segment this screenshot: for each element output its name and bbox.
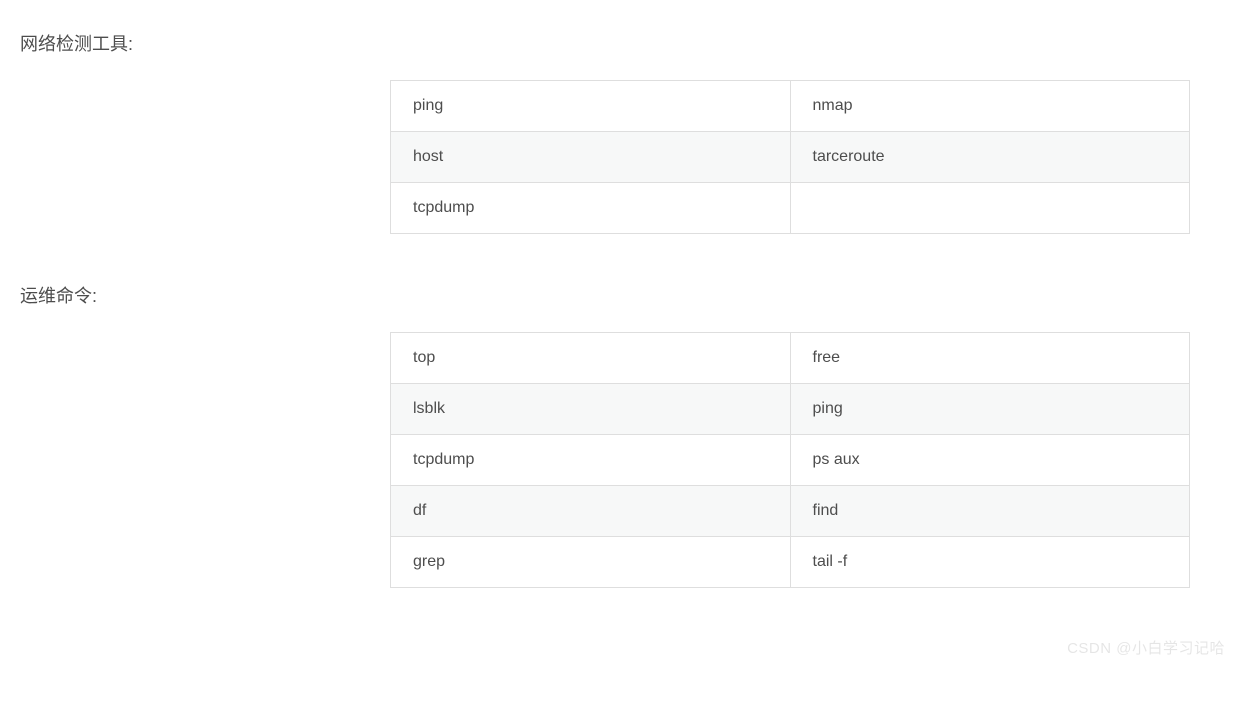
section-title: 运维命令: xyxy=(20,282,1217,308)
cell: tcpdump xyxy=(391,435,791,486)
cell: tcpdump xyxy=(391,183,791,234)
network-tools-table: ping nmap host tarceroute tcpdump xyxy=(390,80,1190,234)
watermark: CSDN @小白学习记哈 xyxy=(1067,637,1225,658)
cell: grep xyxy=(391,537,791,588)
cell: tail -f xyxy=(790,537,1190,588)
table-row: host tarceroute xyxy=(391,132,1190,183)
cell: free xyxy=(790,333,1190,384)
section-title: 网络检测工具: xyxy=(20,30,1217,56)
table-container: ping nmap host tarceroute tcpdump xyxy=(390,80,1190,234)
cell: ping xyxy=(391,81,791,132)
ops-commands-table: top free lsblk ping tcpdump ps aux df fi… xyxy=(390,332,1190,588)
table-row: lsblk ping xyxy=(391,384,1190,435)
table-row: grep tail -f xyxy=(391,537,1190,588)
cell: ping xyxy=(790,384,1190,435)
table-row: tcpdump ps aux xyxy=(391,435,1190,486)
cell: df xyxy=(391,486,791,537)
table-container: top free lsblk ping tcpdump ps aux df fi… xyxy=(390,332,1190,588)
table-row: tcpdump xyxy=(391,183,1190,234)
cell: host xyxy=(391,132,791,183)
cell: ps aux xyxy=(790,435,1190,486)
section-network-tools: 网络检测工具: ping nmap host tarceroute tcpdum… xyxy=(20,30,1217,234)
table-row: df find xyxy=(391,486,1190,537)
section-ops-commands: 运维命令: top free lsblk ping tcpdump ps aux… xyxy=(20,282,1217,588)
cell xyxy=(790,183,1190,234)
table-row: top free xyxy=(391,333,1190,384)
cell: nmap xyxy=(790,81,1190,132)
cell: tarceroute xyxy=(790,132,1190,183)
table-row: ping nmap xyxy=(391,81,1190,132)
cell: lsblk xyxy=(391,384,791,435)
cell: find xyxy=(790,486,1190,537)
cell: top xyxy=(391,333,791,384)
